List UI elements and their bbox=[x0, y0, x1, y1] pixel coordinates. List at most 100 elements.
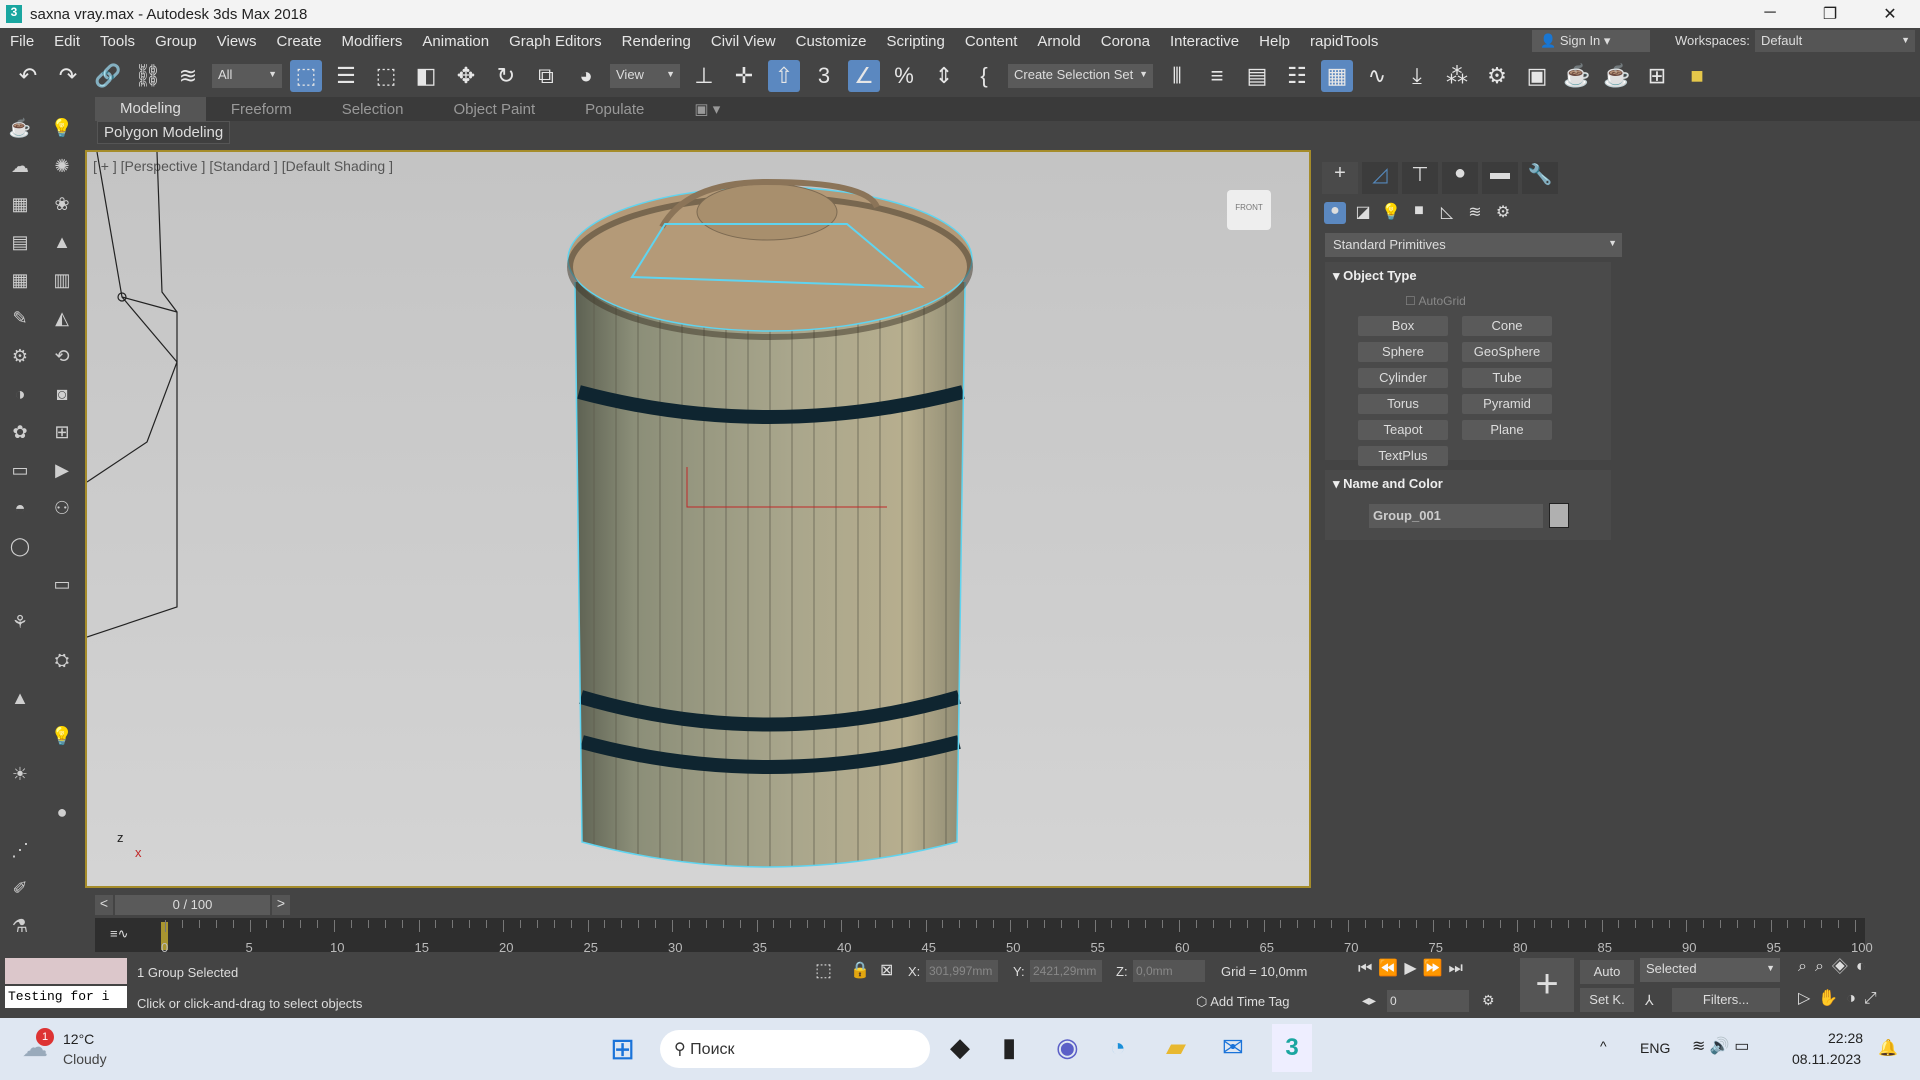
ribbon-toggle-icon[interactable]: ▦ bbox=[1321, 60, 1353, 92]
space-warps-icon[interactable]: ≋ bbox=[1464, 202, 1486, 224]
redo-icon[interactable]: ↷ bbox=[52, 60, 84, 92]
geosphere-button[interactable]: GeoSphere bbox=[1462, 342, 1552, 362]
sphere-button[interactable]: Sphere bbox=[1358, 342, 1448, 362]
grid-icon[interactable]: ▦ bbox=[8, 194, 32, 218]
primitive-category-dropdown[interactable]: Standard Primitives bbox=[1325, 233, 1622, 257]
viewcube[interactable]: FRONT bbox=[1227, 190, 1271, 230]
schematic-view-icon[interactable]: ⤓ bbox=[1401, 60, 1433, 92]
frame-icon[interactable]: ▭ bbox=[50, 574, 74, 598]
cameras-icon[interactable]: ■ bbox=[1408, 202, 1430, 224]
dome-icon[interactable]: ◓ bbox=[8, 498, 32, 522]
helpers-icon[interactable]: ◺ bbox=[1436, 202, 1458, 224]
undo-icon[interactable]: ↶ bbox=[12, 60, 44, 92]
cylinder-button[interactable]: Cylinder bbox=[1358, 368, 1448, 388]
render-iterative-icon[interactable]: ☕ bbox=[1601, 60, 1633, 92]
menu-group[interactable]: Group bbox=[145, 33, 207, 50]
menu-rapidtools[interactable]: rapidTools bbox=[1300, 33, 1388, 50]
brush-icon[interactable]: ✐ bbox=[8, 878, 32, 902]
grid2-icon[interactable]: ⊞ bbox=[50, 422, 74, 446]
edit-named-selection-icon[interactable]: { bbox=[968, 60, 1000, 92]
window-crossing-icon[interactable]: ◧ bbox=[410, 60, 442, 92]
set-key-button[interactable]: Set K. bbox=[1580, 988, 1634, 1012]
menu-customize[interactable]: Customize bbox=[786, 33, 877, 50]
snaps-toggle-icon[interactable]: 3 bbox=[808, 60, 840, 92]
flower-icon[interactable]: ❀ bbox=[50, 194, 74, 218]
sign-in-dropdown[interactable]: 👤 Sign In ▾ bbox=[1532, 30, 1650, 52]
menu-help[interactable]: Help bbox=[1249, 33, 1300, 50]
lock-selection-icon[interactable]: 🔒 bbox=[850, 960, 870, 980]
plane-button[interactable]: Plane bbox=[1462, 420, 1552, 440]
menu-corona[interactable]: Corona bbox=[1091, 33, 1160, 50]
file-explorer-icon[interactable]: ▰ bbox=[1166, 1032, 1186, 1063]
systems-icon[interactable]: ⚙ bbox=[1492, 202, 1514, 224]
tray-overflow-icon[interactable]: ^ bbox=[1600, 1038, 1607, 1054]
textplus-button[interactable]: TextPlus bbox=[1358, 446, 1448, 466]
teapot-icon[interactable]: ☕ bbox=[8, 118, 32, 142]
hierarchy-tab-icon[interactable]: ⊤ bbox=[1402, 162, 1438, 194]
autogrid-checkbox[interactable]: ☐ AutoGrid bbox=[1405, 294, 1466, 308]
isolate-selection-icon[interactable]: ⬚ bbox=[815, 960, 832, 981]
next-frame-button[interactable]: > bbox=[272, 895, 290, 915]
torus-button[interactable]: Torus bbox=[1358, 394, 1448, 414]
rendered-frame-window-icon[interactable]: ▣ bbox=[1521, 60, 1553, 92]
time-slider-thumb[interactable]: 0 / 100 bbox=[115, 895, 270, 915]
wifi-volume-battery-icons[interactable]: ≋ 🔊 ▭ bbox=[1692, 1036, 1749, 1056]
key-filter-dropdown[interactable]: Selected bbox=[1640, 958, 1780, 982]
align-icon[interactable]: ≡ bbox=[1201, 60, 1233, 92]
play-icon[interactable]: ▶ bbox=[50, 460, 74, 484]
tree-icon[interactable]: ▲ bbox=[50, 232, 74, 256]
move-icon[interactable]: ✥ bbox=[450, 60, 482, 92]
set-key-big-button[interactable]: + bbox=[1520, 958, 1574, 1012]
track-bar[interactable]: ≡∿ 0 5 10 15 20 25 30 35 40 45 50 55 60 65 70 75 80 85 90 9… bbox=[95, 918, 1873, 955]
flower2-icon[interactable]: ✿ bbox=[8, 422, 32, 446]
modify-tab-icon[interactable]: ◿ bbox=[1362, 162, 1398, 194]
edge-icon[interactable]: ◔ bbox=[1110, 1032, 1126, 1063]
link-icon[interactable]: 🔗 bbox=[92, 60, 124, 92]
perspective-viewport[interactable]: [ + ] [Perspective ] [Standard ] [Defaul… bbox=[85, 150, 1311, 888]
scene-explorer-icon[interactable]: ▤ bbox=[1241, 60, 1273, 92]
pen-icon[interactable]: ✎ bbox=[8, 308, 32, 332]
copilot-icon[interactable]: ◆ bbox=[950, 1032, 970, 1063]
motion-tab-icon[interactable]: ● bbox=[1442, 162, 1478, 194]
key-mode-icon[interactable]: ◂▸ bbox=[1362, 992, 1376, 1009]
circle-icon[interactable]: ◯ bbox=[8, 536, 32, 560]
maxscript-input[interactable]: Testing for i bbox=[5, 986, 127, 1008]
group-icon[interactable]: ⚇ bbox=[50, 498, 74, 522]
cone-icon[interactable]: ▲ bbox=[8, 688, 32, 712]
taskbar-search[interactable]: ⚲ Поиск bbox=[660, 1030, 930, 1068]
box-icon[interactable]: ◙ bbox=[50, 384, 74, 408]
select-object-icon[interactable]: ⬚ bbox=[290, 60, 322, 92]
x-coordinate-input[interactable]: 301,997mm bbox=[926, 960, 998, 982]
3dsmax-taskbar-icon[interactable]: 3 bbox=[1272, 1024, 1312, 1072]
dots-icon[interactable]: ⋰ bbox=[8, 840, 32, 864]
object-name-input[interactable]: Group_001 bbox=[1369, 504, 1543, 528]
cone-button[interactable]: Cone bbox=[1462, 316, 1552, 336]
polygon-modeling-panel[interactable]: Polygon Modeling bbox=[97, 121, 231, 144]
render-setup-icon[interactable]: ⚙ bbox=[1481, 60, 1513, 92]
clock-date[interactable]: 08.11.2023 bbox=[1792, 1051, 1861, 1067]
unlink-icon[interactable]: ⛓ bbox=[132, 60, 164, 92]
panel-icon[interactable]: ▦ bbox=[8, 270, 32, 294]
place-icon[interactable]: ◕ bbox=[570, 60, 602, 92]
menu-file[interactable]: File bbox=[0, 33, 44, 50]
z-coordinate-input[interactable]: 0,0mm bbox=[1133, 960, 1205, 982]
selection-filter-dropdown[interactable]: All bbox=[212, 64, 282, 88]
layer-explorer-icon[interactable]: ☷ bbox=[1281, 60, 1313, 92]
display-tab-icon[interactable]: ▬ bbox=[1482, 162, 1518, 194]
material-editor-icon[interactable]: ⁂ bbox=[1441, 60, 1473, 92]
menu-animation[interactable]: Animation bbox=[412, 33, 499, 50]
angle-snap-icon[interactable]: ∠ bbox=[848, 60, 880, 92]
curve-editor-icon[interactable]: ∿ bbox=[1361, 60, 1393, 92]
pyramid-button[interactable]: Pyramid bbox=[1462, 394, 1552, 414]
y-coordinate-input[interactable]: 2421,29mm bbox=[1030, 960, 1102, 982]
menu-arnold[interactable]: Arnold bbox=[1027, 33, 1090, 50]
tab-selection[interactable]: Selection bbox=[317, 101, 429, 118]
viewport-nav-controls[interactable]: ⌕⌕◈◐ bbox=[1798, 958, 1874, 976]
ribbon-options-icon[interactable]: ▣ ▾ bbox=[669, 100, 745, 118]
sun-icon[interactable]: ☀ bbox=[8, 764, 32, 788]
maxscript-listener-pink[interactable] bbox=[5, 958, 127, 984]
pivot-icon[interactable]: ⊥ bbox=[688, 60, 720, 92]
menu-create[interactable]: Create bbox=[267, 33, 332, 50]
scale-icon[interactable]: ⧉ bbox=[530, 60, 562, 92]
clock-time[interactable]: 22:28 bbox=[1828, 1030, 1863, 1046]
